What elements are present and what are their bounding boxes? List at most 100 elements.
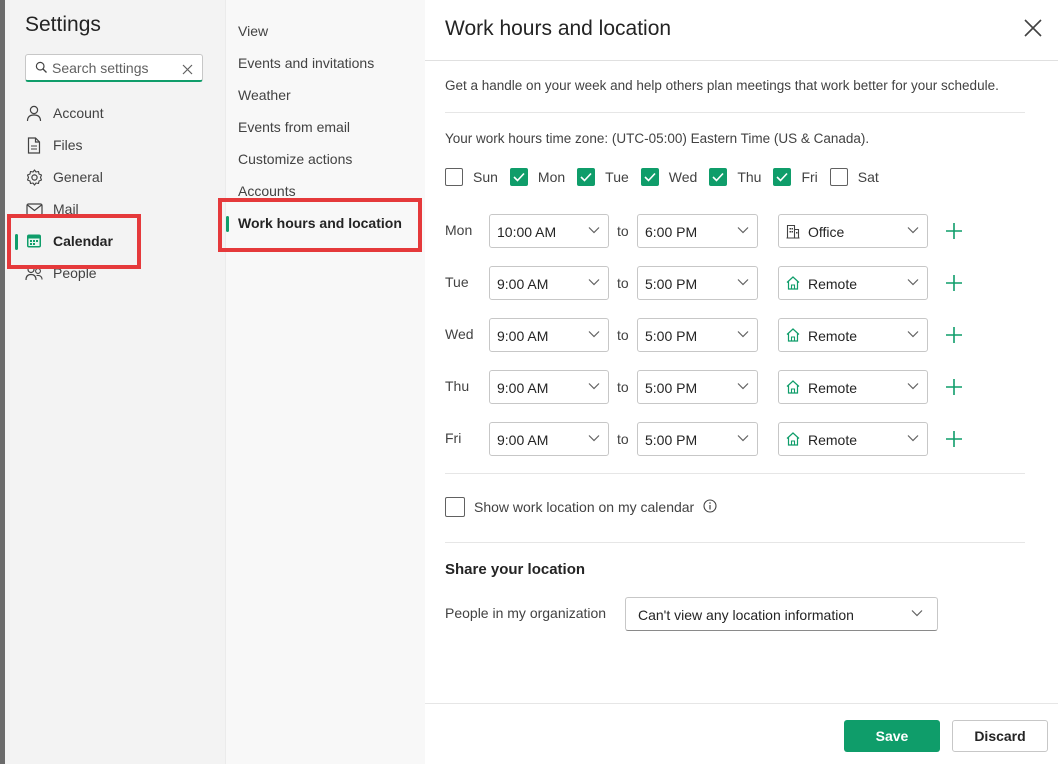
subnav-item-customize-actions[interactable]: Customize actions	[226, 143, 425, 175]
add-icon[interactable]	[945, 222, 963, 240]
search-box[interactable]	[25, 54, 203, 82]
show-location-checkbox[interactable]	[445, 497, 465, 517]
chevron-down-icon	[588, 383, 600, 390]
calendar-subnav: View Events and invitations Weather Even…	[225, 0, 425, 764]
checkbox[interactable]	[445, 168, 463, 186]
location-dropdown[interactable]: Remote	[778, 266, 928, 300]
sidebar-item-calendar[interactable]: Calendar	[5, 225, 225, 257]
day-label: Mon	[537, 169, 566, 185]
sidebar-item-people[interactable]: People	[5, 257, 225, 289]
checkbox[interactable]	[577, 168, 596, 186]
checkmark-icon	[513, 172, 525, 182]
chevron-down-icon	[588, 331, 600, 338]
add-icon[interactable]	[945, 274, 963, 292]
subnav-item-label: Events from email	[238, 119, 351, 135]
row-day-label: Thu	[445, 378, 470, 394]
day-checkbox-tue[interactable]: Tue	[577, 168, 629, 186]
day-checkbox-mon[interactable]: Mon	[509, 168, 566, 186]
show-location-option[interactable]: Show work location on my calendar	[445, 497, 717, 517]
settings-title: Settings	[25, 13, 101, 36]
checkbox[interactable]	[829, 168, 848, 186]
day-label: Sun	[473, 169, 498, 185]
start-time-dropdown[interactable]: 9:00 AM	[489, 422, 609, 456]
discard-button[interactable]: Discard	[952, 720, 1048, 752]
checkbox[interactable]	[709, 168, 728, 186]
to-label: to	[617, 275, 629, 291]
checkmark-icon	[712, 172, 724, 182]
home-icon	[786, 380, 800, 394]
document-icon	[25, 136, 43, 154]
end-time-value: 6:00 PM	[645, 224, 698, 240]
location-dropdown[interactable]: Remote	[778, 370, 928, 404]
start-time-dropdown[interactable]: 10:00 AM	[489, 214, 609, 248]
row-day-label: Tue	[445, 274, 469, 290]
home-icon	[786, 328, 800, 342]
end-time-dropdown[interactable]: 5:00 PM	[637, 370, 758, 404]
building-icon	[786, 224, 800, 239]
day-checkbox-thu[interactable]: Thu	[709, 168, 761, 186]
schedule-row-thu: Thu 9:00 AM to 5:00 PM Remote	[445, 370, 1005, 404]
search-input[interactable]	[52, 58, 182, 78]
sidebar-item-account[interactable]: Account	[5, 97, 225, 129]
location-dropdown[interactable]: Remote	[778, 422, 928, 456]
sidebar-item-files[interactable]: Files	[5, 129, 225, 161]
workdays-checkboxes: Sun Mon Tue Wed Thu Fri Sat	[445, 168, 891, 186]
chevron-down-icon	[737, 331, 749, 338]
clear-icon[interactable]	[182, 62, 193, 80]
day-checkbox-sun[interactable]: Sun	[445, 168, 498, 186]
subnav-item-weather[interactable]: Weather	[226, 79, 425, 111]
close-icon[interactable]	[1022, 17, 1044, 39]
info-icon[interactable]	[703, 498, 717, 516]
start-time-value: 9:00 AM	[497, 432, 549, 448]
subnav-item-events-and-invitations[interactable]: Events and invitations	[226, 47, 425, 79]
sidebar-item-label: General	[53, 169, 103, 185]
chevron-down-icon	[737, 279, 749, 286]
location-value: Remote	[808, 380, 858, 396]
day-label: Wed	[668, 169, 698, 185]
subnav-item-work-hours-and-location[interactable]: Work hours and location	[226, 207, 425, 239]
start-time-dropdown[interactable]: 9:00 AM	[489, 266, 609, 300]
home-icon	[786, 276, 800, 290]
sidebar-item-mail[interactable]: Mail	[5, 193, 225, 225]
timezone-text: Your work hours time zone: (UTC-05:00) E…	[445, 131, 870, 146]
share-location-dropdown[interactable]: Can't view any location information	[625, 597, 938, 631]
subnav-item-label: Events and invitations	[238, 55, 375, 71]
location-dropdown[interactable]: Remote	[778, 318, 928, 352]
subnav-item-accounts[interactable]: Accounts	[226, 175, 425, 207]
chevron-down-icon	[907, 383, 919, 390]
sidebar-item-general[interactable]: General	[5, 161, 225, 193]
end-time-value: 5:00 PM	[645, 276, 698, 292]
end-time-dropdown[interactable]: 6:00 PM	[637, 214, 758, 248]
row-day-label: Mon	[445, 222, 473, 238]
location-dropdown[interactable]: Office	[778, 214, 928, 248]
subnav-item-events-from-email[interactable]: Events from email	[226, 111, 425, 143]
day-checkbox-wed[interactable]: Wed	[640, 168, 698, 186]
show-location-label: Show work location on my calendar	[474, 499, 695, 515]
end-time-dropdown[interactable]: 5:00 PM	[637, 422, 758, 456]
divider	[445, 542, 1025, 543]
to-label: to	[617, 379, 629, 395]
panel-description: Get a handle on your week and help other…	[445, 78, 999, 93]
start-time-dropdown[interactable]: 9:00 AM	[489, 318, 609, 352]
save-button[interactable]: Save	[844, 720, 940, 752]
day-checkbox-fri[interactable]: Fri	[773, 168, 818, 186]
end-time-dropdown[interactable]: 5:00 PM	[637, 266, 758, 300]
add-icon[interactable]	[945, 430, 963, 448]
subnav-item-view[interactable]: View	[226, 15, 425, 47]
add-icon[interactable]	[945, 378, 963, 396]
work-hours-panel: Work hours and location Get a handle on …	[425, 0, 1058, 764]
checkbox[interactable]	[509, 168, 528, 186]
start-time-dropdown[interactable]: 9:00 AM	[489, 370, 609, 404]
checkbox[interactable]	[640, 168, 659, 186]
add-icon[interactable]	[945, 326, 963, 344]
chevron-down-icon	[737, 383, 749, 390]
settings-nav: Account Files General Mail Calendar Peop…	[5, 97, 225, 289]
sidebar-item-label: People	[53, 265, 97, 281]
day-checkbox-sat[interactable]: Sat	[829, 168, 879, 186]
day-label: Fri	[801, 169, 818, 185]
search-icon	[35, 61, 48, 79]
calendar-icon	[25, 232, 43, 250]
checkbox[interactable]	[773, 168, 792, 186]
end-time-dropdown[interactable]: 5:00 PM	[637, 318, 758, 352]
end-time-value: 5:00 PM	[645, 380, 698, 396]
